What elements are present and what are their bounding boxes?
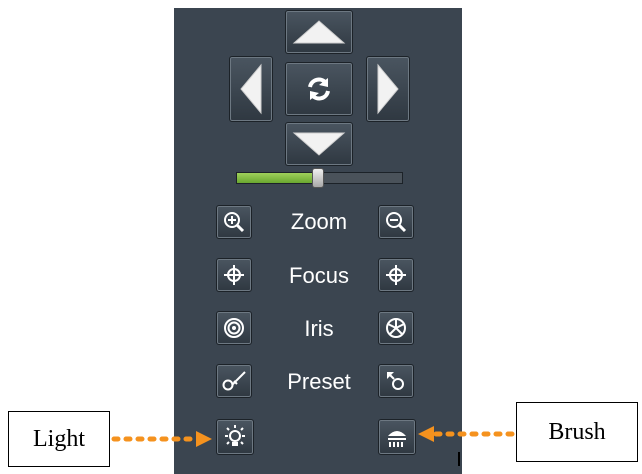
- iris-close-icon: [386, 318, 406, 338]
- zoom-in-button[interactable]: [216, 205, 252, 239]
- triangle-up-icon: [292, 20, 346, 44]
- pan-up-button[interactable]: [285, 10, 353, 54]
- triangle-down-icon: [292, 132, 346, 156]
- crosshair-icon: [386, 265, 406, 285]
- crosshair-icon: [224, 265, 244, 285]
- zoom-in-icon: [224, 212, 245, 233]
- iris-open-icon: [224, 318, 244, 338]
- focus-near-button[interactable]: [216, 258, 252, 292]
- preset-call-button[interactable]: [378, 364, 414, 398]
- speed-slider-thumb[interactable]: [311, 168, 324, 188]
- iris-close-button[interactable]: [378, 311, 414, 345]
- brush-button[interactable]: [378, 419, 416, 455]
- speed-slider-fill: [237, 173, 318, 183]
- zoom-out-icon: [386, 212, 407, 233]
- wiper-icon: [388, 431, 406, 447]
- refresh-icon: [308, 77, 330, 101]
- light-callout: Light: [8, 411, 110, 467]
- pan-left-button[interactable]: [229, 56, 273, 122]
- focus-far-button[interactable]: [378, 258, 414, 292]
- preset-set-button[interactable]: [216, 364, 252, 398]
- brush-callout: Brush: [516, 402, 638, 462]
- iris-label: Iris: [304, 316, 334, 341]
- preset-label: Preset: [287, 369, 351, 394]
- zoom-out-button[interactable]: [378, 205, 414, 239]
- triangle-right-icon: [377, 63, 399, 115]
- pan-right-button[interactable]: [366, 56, 410, 122]
- iris-open-button[interactable]: [216, 311, 252, 345]
- light-button[interactable]: [216, 419, 254, 455]
- focus-label: Focus: [289, 263, 349, 288]
- home-button[interactable]: [285, 62, 353, 116]
- divider-mark: [458, 452, 460, 466]
- triangle-left-icon: [240, 63, 262, 115]
- zoom-label: Zoom: [290, 209, 348, 234]
- light-icon: [225, 425, 245, 446]
- preset-set-icon: [222, 371, 246, 391]
- preset-call-icon: [387, 372, 404, 390]
- pan-down-button[interactable]: [285, 122, 353, 166]
